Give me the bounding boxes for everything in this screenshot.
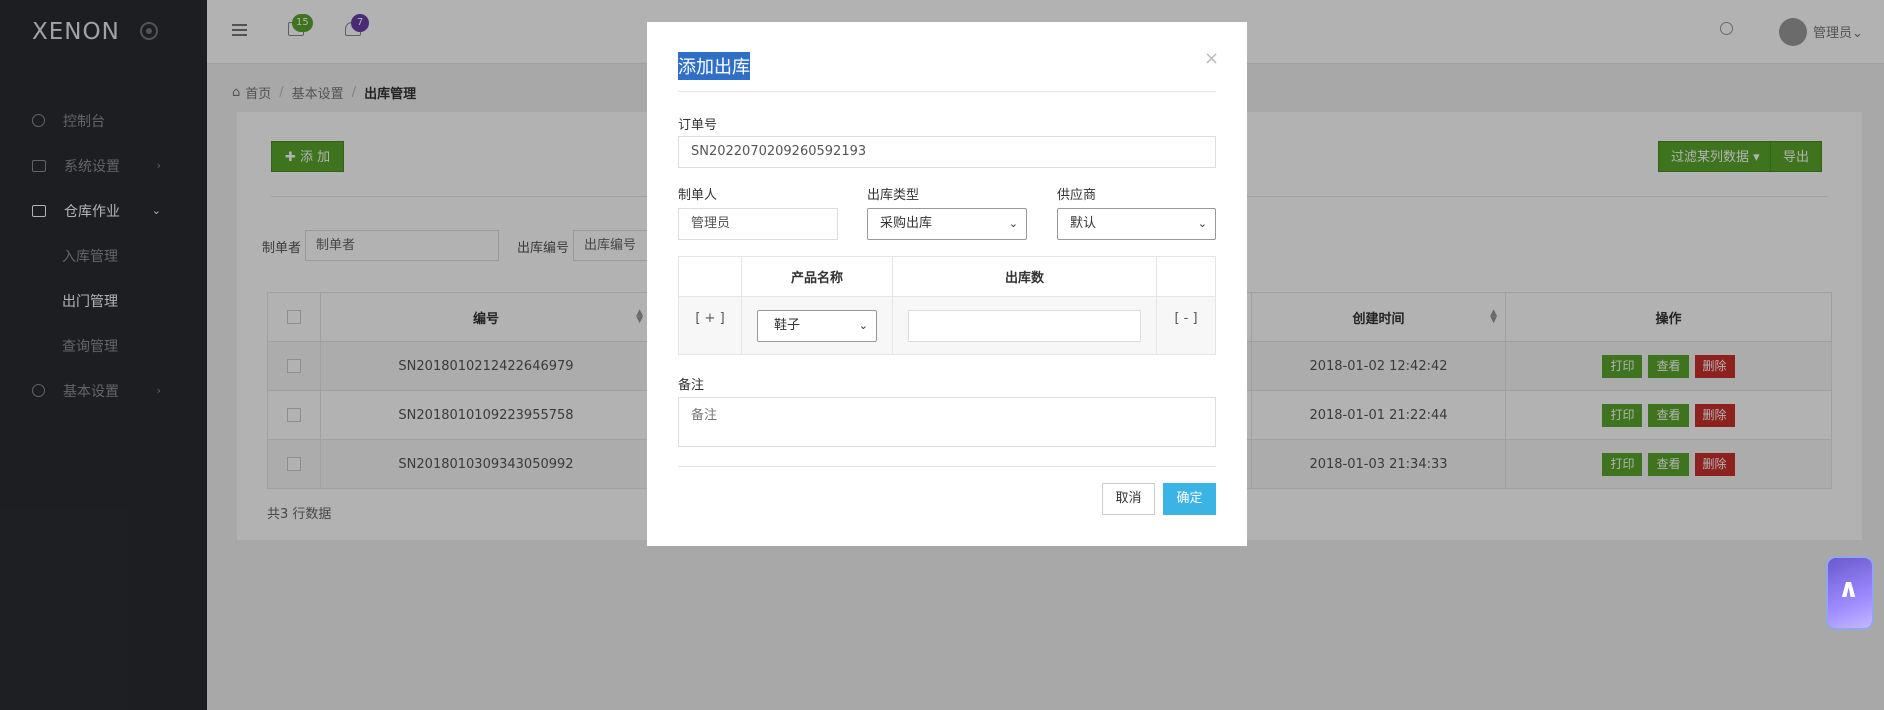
product-value: 鞋子 <box>774 317 801 333</box>
product-table-header: 产品名称 出库数 <box>678 256 1216 297</box>
product-name-header: 产品名称 <box>741 256 893 297</box>
supplier-label: 供应商 <box>1057 188 1097 203</box>
cancel-button[interactable]: 取消 <box>1102 483 1155 515</box>
remark-label: 备注 <box>678 378 705 393</box>
outbound-type-value: 采购出库 <box>880 216 933 231</box>
remark-textarea[interactable]: 备注 <box>678 397 1216 447</box>
add-row-header <box>678 256 742 297</box>
remove-row-button[interactable]: [ - ] <box>1156 296 1216 355</box>
supplier-value: 默认 <box>1070 216 1097 231</box>
maker-label: 制单人 <box>678 188 718 203</box>
quantity-cell <box>892 296 1157 355</box>
product-row: [ + ] 鞋子 ⌄ [ - ] <box>678 296 1216 355</box>
add-outbound-modal: 添加出库 × 订单号 SN2022070209260592193 制单人 管理员… <box>647 22 1247 546</box>
quantity-input[interactable] <box>908 309 1141 342</box>
chevron-down-icon: ⌄ <box>858 318 868 332</box>
close-icon[interactable]: × <box>1204 48 1219 69</box>
confirm-button[interactable]: 确定 <box>1163 483 1216 515</box>
modal-title: 添加出库 <box>678 52 750 80</box>
assistant-logo-icon: ∧ <box>1838 574 1860 604</box>
assistant-widget[interactable]: ∧ <box>1826 556 1874 630</box>
outbound-type-label: 出库类型 <box>867 188 920 203</box>
outbound-type-select[interactable]: 采购出库 ⌄ <box>867 208 1027 240</box>
modal-header-divider <box>678 91 1216 92</box>
product-table: 产品名称 出库数 [ + ] 鞋子 ⌄ [ - ] <box>678 256 1216 355</box>
add-row-button[interactable]: [ + ] <box>678 296 742 355</box>
order-number-label: 订单号 <box>678 118 718 133</box>
remove-row-header <box>1156 256 1216 297</box>
supplier-select[interactable]: 默认 ⌄ <box>1057 208 1216 240</box>
modal-footer-divider <box>678 466 1216 467</box>
maker-input[interactable]: 管理员 <box>678 208 838 240</box>
order-number-input[interactable]: SN2022070209260592193 <box>678 136 1216 168</box>
chevron-down-icon: ⌄ <box>1008 217 1018 230</box>
product-select[interactable]: 鞋子 ⌄ <box>757 309 877 342</box>
product-cell: 鞋子 ⌄ <box>741 296 893 355</box>
quantity-header: 出库数 <box>892 256 1157 297</box>
chevron-down-icon: ⌄ <box>1197 217 1207 230</box>
